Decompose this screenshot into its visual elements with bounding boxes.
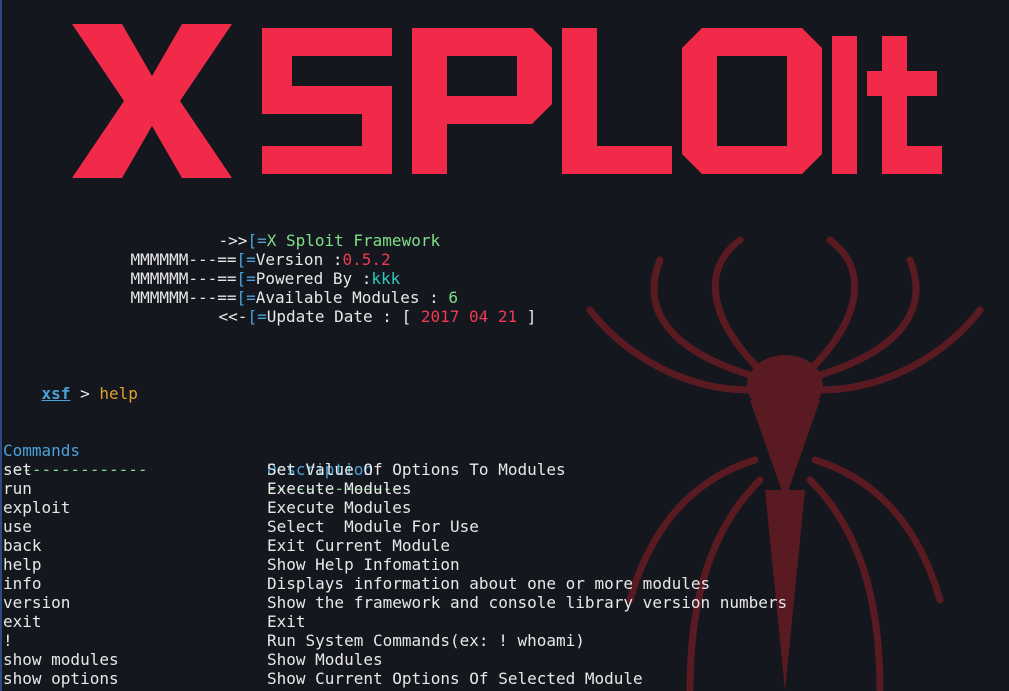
prompt-command: help xyxy=(99,384,138,403)
command-description: Show Current Options Of Selected Module xyxy=(267,669,643,688)
command-name: run xyxy=(3,479,32,498)
info-line-modules: MMMMMM---==[=Available Modules : 6 xyxy=(92,269,459,307)
update-suffix: ] xyxy=(517,307,537,326)
command-name: exit xyxy=(3,612,42,631)
table-row: show modules Show Modules xyxy=(0,650,1009,669)
command-description: Run System Commands(ex: ! whoami) xyxy=(267,631,585,650)
command-description: Displays information about one or more m… xyxy=(267,574,711,593)
table-row: run Execute Modules xyxy=(0,479,1009,498)
info-prefix: <<- xyxy=(218,307,248,326)
info-line-powered: MMMMMM---==[=Powered By :kkk xyxy=(92,250,401,288)
table-row: ! Run System Commands(ex: ! whoami) xyxy=(0,631,1009,650)
command-name: back xyxy=(3,536,42,555)
table-row: show options Show Current Options Of Sele… xyxy=(0,669,1009,688)
command-description: Set Value Of Options To Modules xyxy=(267,460,566,479)
command-name: version xyxy=(3,593,71,612)
terminal-window[interactable]: ->>[=X Sploit Framework MMMMMM---==[=Ver… xyxy=(0,0,1009,691)
table-row: version Show the framework and console li… xyxy=(0,593,1009,612)
update-label: Update Date : [ xyxy=(266,307,421,326)
table-row: exploit Execute Modules xyxy=(0,498,1009,517)
update-value: 2017 04 21 xyxy=(420,307,518,326)
command-description: Show Help Infomation xyxy=(267,555,460,574)
command-description: Execute Modules xyxy=(267,498,412,517)
command-name: exploit xyxy=(3,498,71,517)
command-prompt[interactable]: xsf > help xyxy=(3,365,138,403)
table-row: set Set Value Of Options To Modules xyxy=(0,460,1009,479)
command-name: help xyxy=(3,555,42,574)
command-name: show options xyxy=(3,669,119,688)
table-row: back Exit Current Module xyxy=(0,536,1009,555)
table-row: use Select Module For Use xyxy=(0,517,1009,536)
table-row: info Displays information about one or mo… xyxy=(0,574,1009,593)
prompt-name: xsf xyxy=(41,384,71,403)
help-table-underline: --------------- -------------- xyxy=(0,441,1009,498)
info-line-version: MMMMMM---==[=Version :0.5.2 xyxy=(92,231,391,269)
command-description: Show Modules xyxy=(267,650,383,669)
command-description: Show the framework and console library v… xyxy=(267,593,788,612)
command-name: set xyxy=(3,460,32,479)
info-line-framework: ->>[=X Sploit Framework xyxy=(180,212,441,250)
command-name: ! xyxy=(3,631,13,650)
help-table-header: Commands Description xyxy=(0,422,1009,479)
command-description: Exit Current Module xyxy=(267,536,451,555)
prompt-separator: > xyxy=(70,384,100,403)
command-name: show modules xyxy=(3,650,119,669)
xsploit-logo xyxy=(72,24,942,178)
info-line-update: <<-[=Update Date : [ 2017 04 21 ] xyxy=(180,288,537,326)
info-bracket: [= xyxy=(247,307,267,326)
command-name: use xyxy=(3,517,32,536)
table-row: help Show Help Infomation xyxy=(0,555,1009,574)
command-description: Select Module For Use xyxy=(267,517,479,536)
command-name: info xyxy=(3,574,42,593)
table-row: exit Exit xyxy=(0,612,1009,631)
command-description: Exit xyxy=(267,612,306,631)
command-description: Execute Modules xyxy=(267,479,412,498)
